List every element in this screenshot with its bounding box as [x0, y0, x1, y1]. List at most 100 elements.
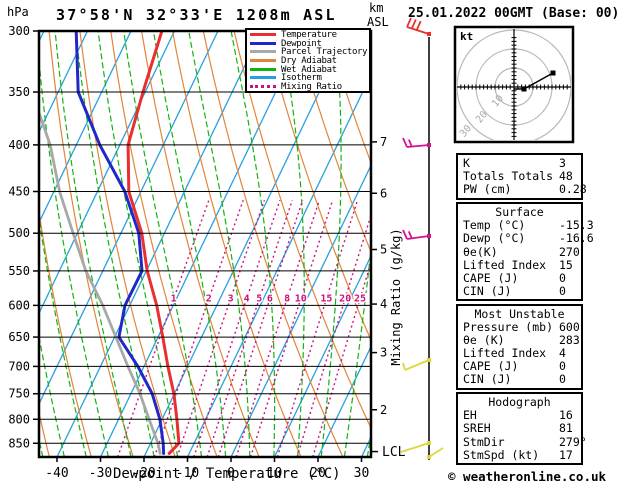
hodograph-unit-label: kt	[460, 30, 474, 43]
stat-label: CIN (J)	[463, 284, 512, 299]
lcl-label: LCL	[382, 445, 406, 460]
hodograph-trace-marker	[550, 70, 556, 76]
svg-text:350: 350	[8, 85, 30, 99]
stat-value: 270	[559, 244, 580, 259]
stat-value: 279°	[559, 434, 587, 449]
svg-text:10: 10	[295, 294, 307, 305]
mixing-ratio-line-swatch	[250, 85, 276, 89]
svg-text:850: 850	[8, 436, 30, 450]
km-tick-labels: 7 6 5 4 3 2	[371, 135, 387, 453]
altitude-axis-unit-asl: ASL	[367, 15, 389, 29]
stat-label: θe(K)	[463, 244, 498, 259]
stat-row-mu-cin: CIN (J) 0	[463, 373, 581, 386]
isotherm-line-swatch	[250, 76, 276, 80]
svg-text:700: 700	[8, 359, 30, 373]
stat-label: CAPE (J)	[463, 270, 519, 285]
stat-value: 0	[559, 372, 566, 387]
legend: Temperature Dewpoint Parcel Trajectory D…	[245, 28, 371, 93]
mixing-ratio-labels: 1 2 3 4 5 6 8 10 15 20 25	[169, 292, 367, 306]
temp-axis-title: Dewpoint / Temperature (°C)	[113, 466, 341, 482]
stat-value: 0	[559, 284, 566, 299]
stat-label: PW (cm)	[463, 182, 512, 197]
stat-label: CIN (J)	[463, 372, 512, 387]
svg-text:550: 550	[8, 264, 30, 278]
hodograph-stats-box: Hodograph EH 16 SREH 81 StmDir 279° StmSpd …	[456, 392, 587, 465]
svg-text:6: 6	[380, 186, 387, 200]
stat-label: Pressure (mb)	[463, 319, 554, 334]
run-datetime: 25.01.2022 00GMT (Base: 00)	[408, 6, 620, 21]
legend-label: Mixing Ratio	[281, 82, 342, 93]
svg-text:750: 750	[8, 387, 30, 401]
svg-text:25: 25	[354, 294, 366, 305]
svg-text:5: 5	[380, 243, 387, 257]
dry-adiabat-line-swatch	[250, 59, 276, 63]
svg-text:650: 650	[8, 330, 30, 344]
surface-box: Surface Temp (°C) -15.3 Dewp (°C) -16.6 θe…	[456, 202, 594, 302]
svg-text:20: 20	[339, 294, 351, 305]
most-unstable-box: Most Unstable Pressure (mb) 600 θe (K) 283…	[456, 303, 583, 390]
svg-text:1: 1	[171, 294, 177, 305]
stat-value: 15	[559, 257, 573, 272]
pressure-tick-labels: 300 350 400 450 500 550 600 650 700 750 800 850	[8, 24, 39, 450]
stat-row-pw: PW (cm) 0.28	[463, 182, 587, 197]
svg-text:3: 3	[380, 346, 387, 360]
svg-text:2: 2	[380, 403, 387, 417]
stat-label: Dewp (°C)	[463, 231, 526, 246]
svg-text:6: 6	[267, 294, 273, 305]
svg-text:15: 15	[320, 294, 332, 305]
svg-text:500: 500	[8, 226, 30, 240]
wind-barb-column	[400, 17, 444, 460]
stat-row-stmspd: StmSpd (kt) 17	[463, 447, 581, 462]
wind-barb-icon	[400, 441, 431, 453]
wind-barb-icon	[402, 229, 431, 240]
pressure-axis-unit: hPa	[7, 5, 29, 19]
svg-text:3: 3	[228, 294, 234, 305]
temperature-line-swatch	[250, 33, 276, 36]
stat-label: SREH	[463, 421, 491, 436]
copyright: © weatheronline.co.uk	[448, 469, 607, 484]
stat-value: 81	[559, 421, 573, 436]
wet-adiabat-line-swatch	[250, 67, 276, 71]
svg-text:5: 5	[256, 294, 262, 305]
svg-text:2: 2	[206, 294, 212, 305]
stat-label: Lifted Index	[463, 346, 547, 361]
svg-text:800: 800	[8, 412, 30, 426]
stat-label: StmSpd (kt)	[463, 447, 540, 462]
dewpoint-line-swatch	[250, 41, 276, 45]
wind-barb-icon	[402, 358, 431, 371]
svg-text:4: 4	[244, 294, 250, 305]
skewt-screenshot: 1 2 3 4 5 6 8 10 15 20 25 300 350 400 450 500 550 600 650 7…	[0, 0, 629, 486]
svg-text:30: 30	[354, 466, 370, 481]
svg-text:4: 4	[380, 297, 387, 311]
svg-text:-40: -40	[45, 466, 68, 481]
stat-label: Totals Totals	[463, 169, 554, 184]
hodograph: 102030	[453, 25, 575, 144]
hodograph-trace-marker	[521, 86, 527, 92]
stat-label: Lifted Index	[463, 257, 547, 272]
stat-row-surface-cin: CIN (J) 0	[463, 284, 581, 299]
wind-barb-icon	[402, 137, 431, 148]
svg-text:450: 450	[8, 185, 30, 199]
stat-label: EH	[463, 408, 477, 423]
indices-box: K3 Totals Totals 48 PW (cm) 0.28	[456, 153, 587, 200]
stat-value: 0.28	[559, 182, 587, 197]
svg-text:-30: -30	[89, 466, 112, 481]
legend-item-mixing-ratio: Mixing Ratio	[250, 83, 369, 92]
stat-value: 17	[559, 447, 573, 462]
station-title: 37°58'N 32°33'E 1208m ASL	[56, 6, 337, 24]
svg-text:8: 8	[284, 294, 290, 305]
stat-label: θe (K)	[463, 332, 505, 347]
stat-label: StmDir	[463, 434, 505, 449]
svg-text:7: 7	[380, 135, 387, 149]
svg-text:300: 300	[8, 24, 30, 38]
stat-value: -16.6	[559, 231, 594, 246]
altitude-axis-unit-km: km	[369, 1, 384, 15]
parcel-line-swatch	[250, 50, 276, 54]
stat-label: K	[463, 156, 470, 170]
stat-value: 600	[559, 319, 580, 334]
stat-label: Temp (°C)	[463, 218, 526, 233]
svg-text:400: 400	[8, 138, 30, 152]
mixing-ratio-axis-title: Mixing Ratio (g/kg)	[389, 228, 403, 366]
stat-label: CAPE (J)	[463, 359, 519, 374]
svg-text:600: 600	[8, 298, 30, 312]
